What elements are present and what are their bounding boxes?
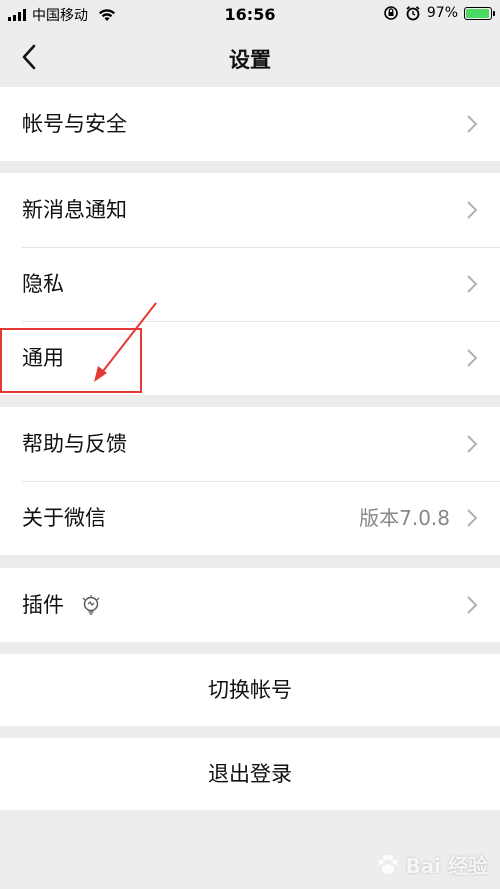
settings-item-label: 插件 (22, 593, 64, 617)
annotation-arrow-icon (94, 302, 157, 382)
chevron-right-icon (467, 596, 478, 614)
settings-item-privacy[interactable]: 隐私 (0, 247, 500, 321)
plugin-bulb-icon (82, 595, 100, 615)
logout-group: 退出登录 (0, 738, 500, 810)
battery-fill (466, 8, 490, 18)
nav-bar: 设置 (0, 30, 500, 86)
switch-account-button[interactable]: 切换帐号 (0, 654, 500, 726)
settings-item-help-feedback[interactable]: 帮助与反馈 (0, 407, 500, 481)
chevron-right-icon (467, 201, 478, 219)
paw-logo-icon (378, 854, 399, 874)
chevron-right-icon (467, 509, 478, 527)
chevron-right-icon (467, 349, 478, 367)
page-title: 设置 (229, 48, 271, 72)
settings-group-plugins: 插件 (0, 568, 500, 642)
settings-item-about[interactable]: 关于微信 版本7.0.8 (0, 481, 500, 555)
chevron-right-icon (467, 435, 478, 453)
version-value: 版本7.0.8 (359, 506, 450, 530)
settings-item-label: 新消息通知 (22, 198, 127, 222)
battery-icon (464, 6, 495, 20)
status-bar: 中国移动 16:56 97% (0, 0, 500, 30)
switch-account-group: 切换帐号 (0, 654, 500, 726)
battery-percent: 97% (426, 5, 458, 21)
logout-button[interactable]: 退出登录 (0, 738, 500, 810)
baidu-jingyan-watermark: Bai 经验 (375, 850, 488, 879)
settings-group-help: 帮助与反馈 关于微信 版本7.0.8 (0, 407, 500, 555)
settings-item-label: 关于微信 (22, 506, 106, 530)
settings-item-account-security[interactable]: 帐号与安全 (0, 87, 500, 161)
watermark-text: Bai 经验 (405, 854, 488, 878)
divider (22, 247, 500, 248)
settings-item-label: 帮助与反馈 (22, 432, 127, 456)
rotation-lock-icon (384, 6, 398, 20)
settings-item-notifications[interactable]: 新消息通知 (0, 173, 500, 247)
settings-group-account: 帐号与安全 (0, 87, 500, 161)
settings-item-plugins[interactable]: 插件 (0, 568, 500, 642)
settings-item-label: 帐号与安全 (22, 112, 127, 136)
chevron-right-icon (467, 115, 478, 133)
status-right: 97% (383, 5, 495, 21)
alarm-icon (406, 6, 420, 21)
settings-item-label: 隐私 (22, 272, 64, 296)
chevron-right-icon (467, 275, 478, 293)
